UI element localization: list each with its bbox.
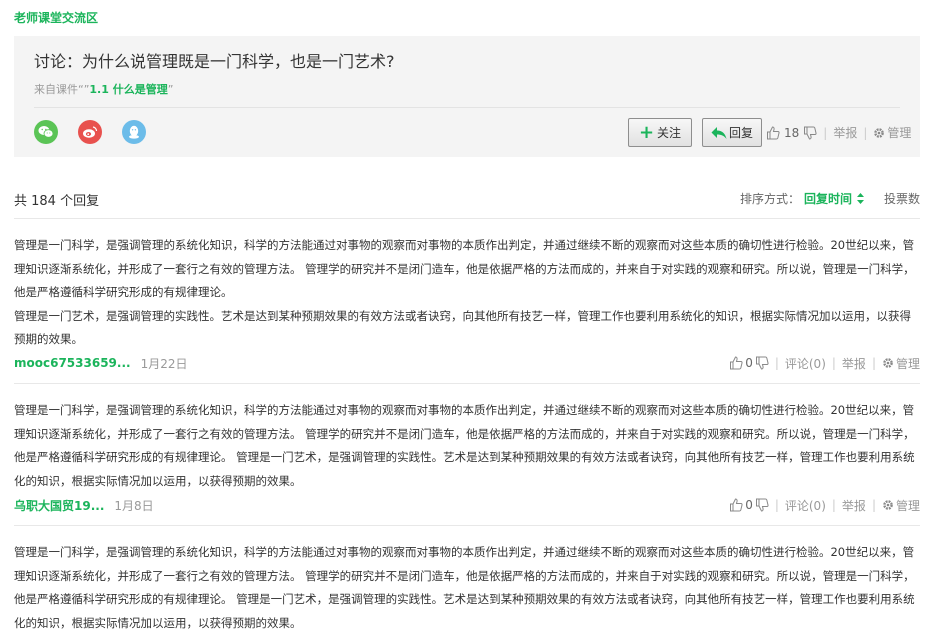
follow-button[interactable]: + 关注 [628,118,692,147]
reply-report-link[interactable]: 举报 [842,497,866,514]
topic-title: 讨论：为什么说管理既是一门科学，也是一门艺术? [34,52,395,71]
divider: | [823,125,828,140]
thumbs-up-icon[interactable] [729,356,743,370]
reply-author[interactable]: mooc67533659... [14,356,131,370]
divider [14,383,920,384]
thumbs-up-icon[interactable] [766,125,780,140]
reply-actions: 0 | 评论(0) | 举报 | 管理 [729,497,920,514]
divider [34,107,900,108]
reply-author[interactable]: 乌职大国贸19... [14,497,104,514]
divider [14,218,920,219]
share-wechat-button[interactable] [34,120,58,144]
divider [14,525,920,526]
weibo-icon [83,126,98,138]
divider: | [831,498,836,512]
reply-comments-link[interactable]: 评论(0) [785,355,826,372]
wechat-icon [38,126,54,138]
gear-icon [883,358,893,368]
reply-vote-count: 0 [745,356,753,370]
plus-icon: + [638,121,655,143]
reply-text: 管理是一门科学，是强调管理的系统化知识，科学的方法能通过对事物的观察而对事物的本… [14,403,915,488]
sort-arrows-icon[interactable] [856,193,864,204]
divider: | [871,498,876,512]
topic-source: 来自课件“”1.1 什么是管理” [34,83,174,96]
reply-actions: 0 | 评论(0) | 举报 | 管理 [729,355,920,372]
divider: | [871,356,876,370]
reply-text: 管理是一门科学，是强调管理的系统化知识，科学的方法能通过对事物的观察而对事物的本… [14,238,915,346]
sort-label: 排序方式： [739,192,800,206]
forum-link[interactable]: 老师课堂交流区 [14,9,98,26]
reply-button[interactable]: 回复 [702,118,762,147]
reply-date: 1月8日 [114,498,154,513]
topic-actions: 18 | 举报 | 管理 [766,124,911,141]
sort-controls: 排序方式： 回复时间 投票数 [740,190,920,207]
reply-report-link[interactable]: 举报 [842,355,866,372]
topic-vote-count: 18 [784,125,800,140]
reply-meta: mooc67533659... 1月22日 0 | 评论(0) | 举报 | 管… [14,354,920,372]
divider: | [863,125,868,140]
share-qq-button[interactable] [122,120,146,144]
divider: | [774,498,779,512]
reply-text: 管理是一门科学，是强调管理的系统化知识，科学的方法能通过对事物的观察而对事物的本… [14,545,915,630]
reply-comments-link[interactable]: 评论(0) [785,497,826,514]
topic-box: 讨论：为什么说管理既是一门科学，也是一门艺术? 来自课件“”1.1 什么是管理”… [14,36,920,157]
topic-report-link[interactable]: 举报 [833,124,857,141]
divider: | [774,356,779,370]
share-weibo-button[interactable] [78,120,102,144]
reply-manage-link[interactable]: 管理 [882,497,920,514]
thumbs-down-icon[interactable] [755,498,769,512]
thumbs-down-icon[interactable] [803,126,817,140]
sort-by-time[interactable]: 回复时间 [804,190,852,207]
reply-date: 1月22日 [140,356,188,371]
sort-by-votes[interactable]: 投票数 [884,190,920,207]
gear-icon [883,500,893,510]
thumbs-down-icon[interactable] [755,356,769,370]
gear-icon [874,127,885,138]
topic-manage-link[interactable]: 管理 [873,124,911,141]
thumbs-up-icon[interactable] [729,498,743,512]
reply-manage-link[interactable]: 管理 [882,355,920,372]
divider: | [831,356,836,370]
reply-arrow-icon [711,126,727,139]
source-course-link[interactable]: 1.1 什么是管理 [89,83,167,96]
reply-vote-count: 0 [745,498,753,512]
reply-count: 共 184 个回复 [14,194,100,209]
qq-icon [129,125,139,139]
reply-meta: 乌职大国贸19... 1月8日 0 | 评论(0) | 举报 | 管理 [14,496,920,514]
